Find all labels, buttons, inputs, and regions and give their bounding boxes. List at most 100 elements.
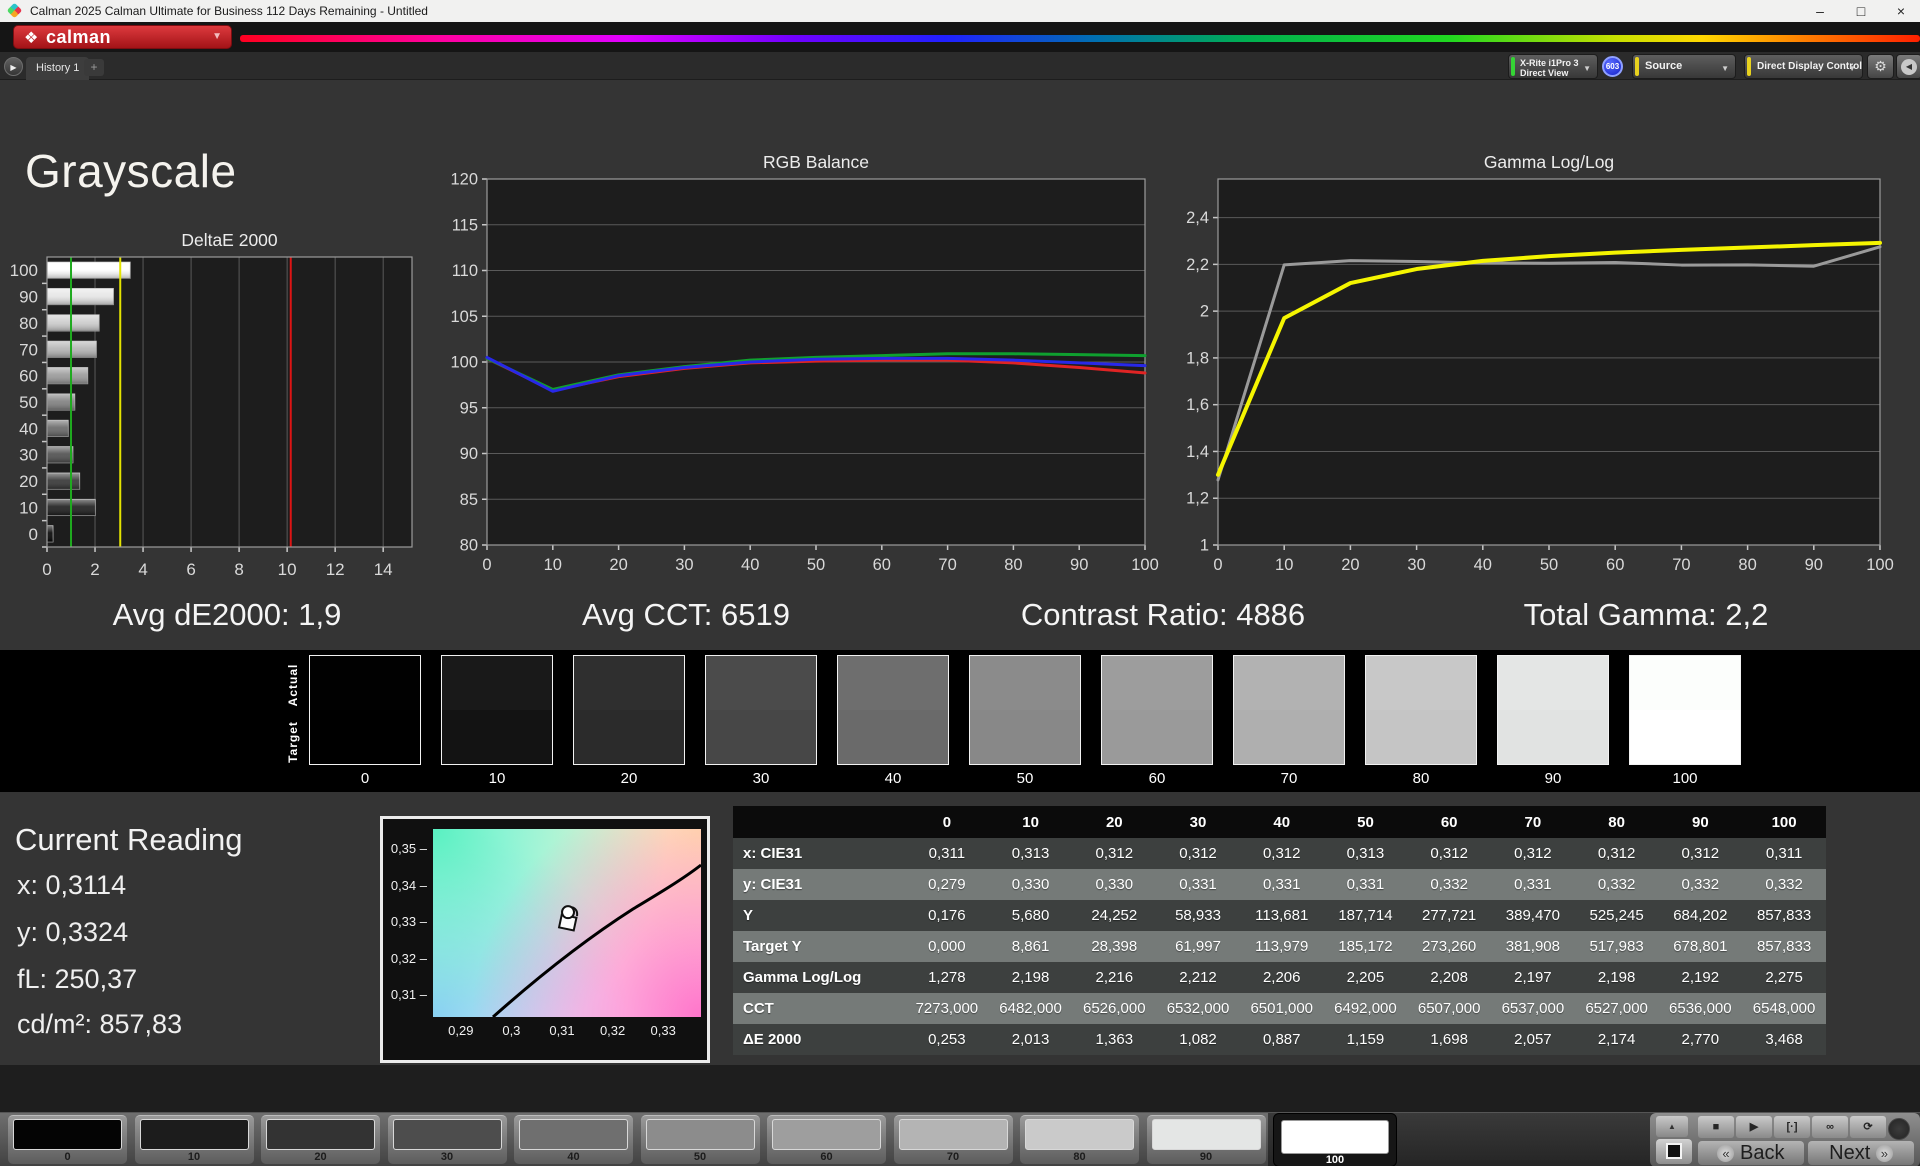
patch-label: 80 [1073,1151,1086,1163]
close-button[interactable]: × [1886,1,1916,21]
table-row-label: Y [743,907,754,924]
title-bar: Calman 2025 Calman Ultimate for Business… [0,0,1920,22]
next-button[interactable]: Next » [1808,1141,1914,1165]
svg-text:40: 40 [1474,556,1492,574]
svg-text:100: 100 [10,261,38,280]
page-title: Grayscale [25,145,237,197]
cie-x-tick: 0,31 [549,1023,575,1038]
table-cell: 2,770 [1681,1031,1720,1048]
cie-chromaticity-chart: 0,35 – 0,34 – 0,33 – 0,32 – 0,31 – 0,29 0,3 0,… [380,816,710,1063]
chevron-down-icon: ▼ [1848,64,1856,73]
table-cell: 113,681 [1255,907,1309,924]
patch-button-0[interactable]: 0 [8,1115,127,1164]
svg-text:60: 60 [1606,556,1624,574]
svg-text:95: 95 [460,399,478,417]
table-column-header: 20 [1072,806,1157,838]
table-column-header: 80 [1574,806,1659,838]
meter-name: X-Rite i1Pro 3 [1520,58,1579,68]
table-corner-cell [733,806,905,838]
patch-button-100[interactable]: 100 [1273,1113,1397,1166]
reading-fl: fL: 250,37 [17,964,138,994]
swatch-level-label: 20 [620,770,638,787]
table-column-header: 60 [1407,806,1492,838]
minimize-button[interactable]: – [1805,1,1835,21]
table-cell: 381,908 [1505,938,1560,955]
table-cell: 1,159 [1346,1031,1385,1048]
patch-button-90[interactable]: 90 [1146,1115,1266,1164]
tab-history-1[interactable]: History 1 [26,57,90,80]
table-cell: 273,260 [1422,938,1477,955]
patch-button-30[interactable]: 30 [387,1115,507,1164]
swatch-level-label: 70 [1280,770,1298,787]
current-reading-heading: Current Reading [15,822,243,857]
swatch-level-label: 30 [752,770,770,787]
table-cell: 7273,000 [915,1000,979,1017]
patch-button-10[interactable]: 10 [134,1115,254,1164]
tab-nav-button[interactable]: ▶ [4,57,23,76]
table-column-header: 10 [988,806,1073,838]
bottom-bar: 0 10 20 30 40 50 60 70 80 90 100 ▲ ■ ▶ [·] ∞ ⟳ « B… [0,1112,1920,1166]
chevron-left-icon: ◀ [1901,59,1917,75]
collapse-panel-button[interactable]: ◀ [1896,54,1920,79]
table-cell: 6482,000 [999,1000,1062,1017]
step-mode-button[interactable]: [·] [1774,1116,1810,1138]
panel-up-button[interactable]: ▲ [1656,1116,1688,1137]
table-cell: 857,833 [1756,907,1812,924]
svg-text:30: 30 [1407,556,1425,574]
table-row-label: Target Y [743,938,802,955]
patch-button-50[interactable]: 50 [640,1115,760,1164]
play-button[interactable]: ▶ [1736,1116,1772,1138]
swatch-level-label: 40 [884,770,902,787]
table-cell: 24,252 [1091,907,1138,924]
meter-dropdown[interactable]: X-Rite i1Pro 3 Direct View ▼ [1508,54,1598,79]
table-cell: 2,198 [1597,969,1636,986]
refresh-button[interactable]: ⟳ [1850,1116,1886,1138]
patch-button-60[interactable]: 60 [767,1115,886,1164]
patch-label: 60 [820,1151,833,1163]
patch-button-80[interactable]: 80 [1020,1115,1139,1164]
svg-text:50: 50 [807,556,825,574]
grayscale-swatch-70 [1233,655,1345,765]
swatch-level-label: 10 [488,770,506,787]
table-cell: 2,198 [1011,969,1050,986]
patch-label: 100 [1325,1154,1345,1166]
calman-app-window: Calman 2025 Calman Ultimate for Business… [0,0,1920,1166]
table-cell: 1,698 [1430,1031,1468,1048]
calman-menu-button[interactable]: ❖ calman ▼ [13,25,232,49]
back-button[interactable]: « Back [1698,1141,1804,1165]
patch-button-40[interactable]: 40 [514,1115,633,1164]
table-cell: 525,245 [1589,907,1644,924]
add-tab-button[interactable]: + [84,59,104,76]
target-row-label: Target [286,721,300,763]
cie-y-tick: 0,34 – [390,877,427,893]
display-control-dropdown[interactable]: Direct Display Control ▼ [1744,54,1863,79]
settings-button[interactable]: ⚙ [1867,54,1894,79]
maximize-button[interactable]: □ [1846,1,1876,21]
svg-text:14: 14 [374,560,393,579]
measurement-table: 0 10 20 30 40 50 60 70 80 90 100 x: CIE31 0,311 0,31… [733,806,1826,1055]
table-cell: 113,979 [1255,938,1309,955]
continuous-mode-button[interactable]: ∞ [1812,1116,1848,1138]
table-row: CCT 7273,000 6482,000 6526,000 6532,000 6501,… [733,993,1826,1024]
chevron-right-icon: » [1875,1145,1893,1162]
source-dropdown[interactable]: Source ▼ [1632,54,1736,79]
svg-text:90: 90 [1805,556,1823,574]
svg-text:2,2: 2,2 [1186,256,1209,274]
patch-swatch [772,1119,881,1150]
svg-text:20: 20 [1341,556,1359,574]
table-column-header: 100 [1742,806,1826,838]
table-cell: 1,278 [928,969,966,986]
grayscale-swatch-80 [1365,655,1477,765]
table-cell: 6548,000 [1752,1000,1816,1017]
deltae2000-bar-chart: DeltaE 20000 2 4 6 8 10 12 14100908070605040302… [10,230,413,579]
table-cell: 389,470 [1505,907,1560,924]
stop-button[interactable]: ■ [1698,1116,1734,1138]
patch-swatch [1025,1119,1134,1150]
patch-window-button[interactable] [1656,1139,1692,1164]
patch-button-20[interactable]: 20 [261,1115,380,1164]
svg-text:100: 100 [1866,556,1894,574]
logo-row: ❖ calman ▼ [0,22,1920,52]
patch-button-70[interactable]: 70 [893,1115,1013,1164]
tab-row: ▶ History 1 + X-Rite i1Pro 3 Direct View… [0,52,1920,80]
svg-text:60: 60 [19,367,38,386]
